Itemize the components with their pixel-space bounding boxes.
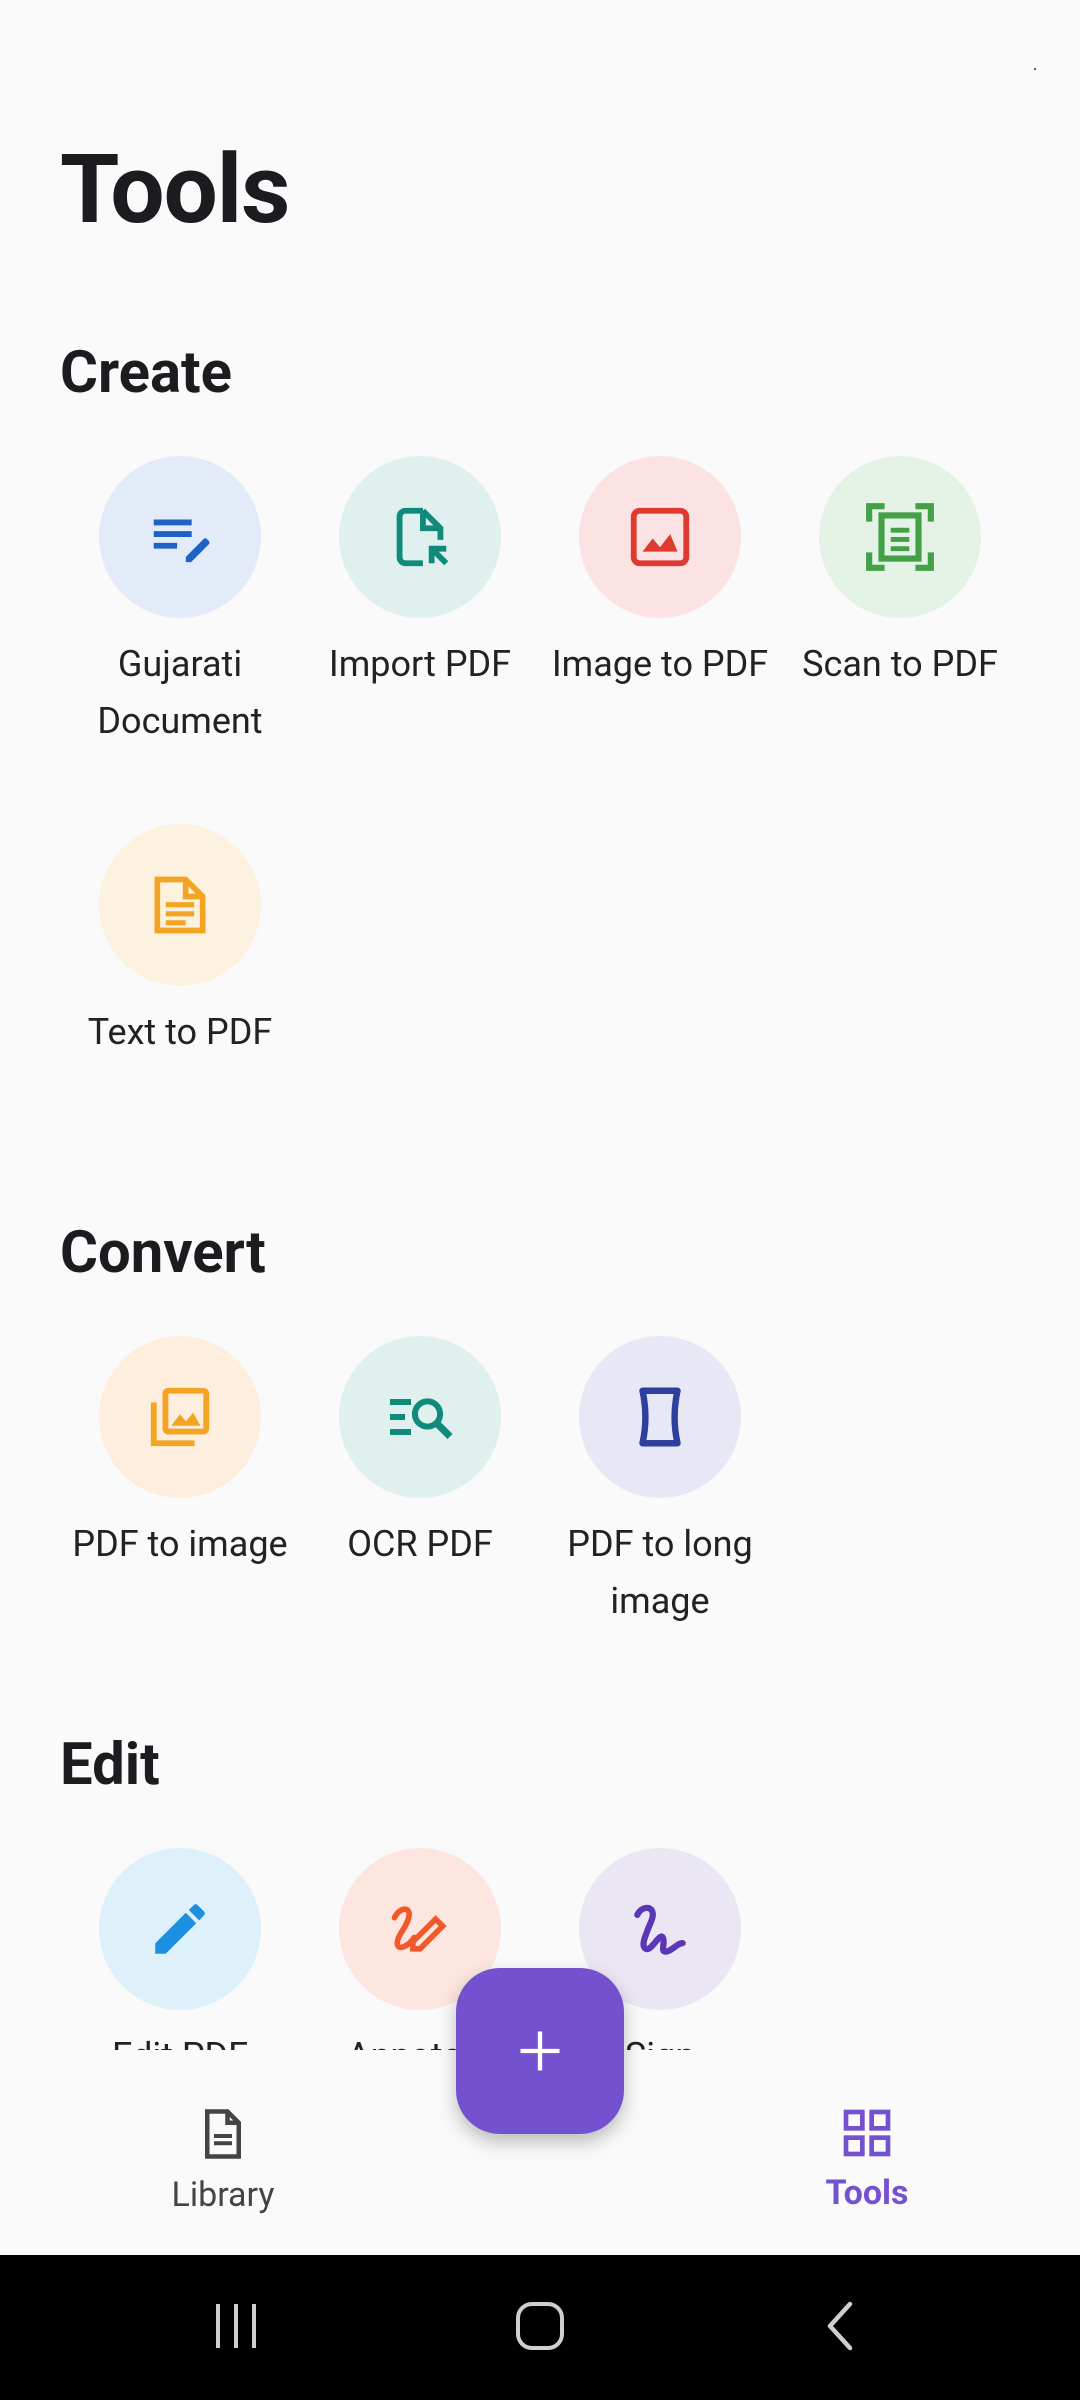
tool-label: OCR PDF — [347, 1523, 493, 1565]
section-title-edit: Edit — [60, 1731, 160, 1799]
tool-ocr-pdf[interactable]: OCR PDF — [300, 1336, 540, 1573]
tool-label: Text to PDF — [87, 1011, 273, 1053]
tool-import-pdf[interactable]: Import PDF — [300, 456, 540, 693]
section-title-create: Create — [60, 339, 232, 407]
add-fab-button[interactable] — [456, 1968, 624, 2134]
tool-label: PDF to image — [72, 1523, 288, 1565]
nav-library-label: Library — [171, 2175, 275, 2215]
back-icon[interactable] — [820, 2300, 860, 2352]
tool-label: Edit PDF — [60, 2028, 300, 2050]
system-navigation-bar — [0, 2255, 1080, 2400]
tool-label: PDF to long image — [567, 1523, 753, 1622]
recent-apps-icon[interactable] — [210, 2300, 262, 2352]
tool-pdf-to-image[interactable]: PDF to image — [60, 1336, 300, 1573]
image-icon — [579, 456, 741, 618]
long-image-icon — [579, 1336, 741, 1498]
tool-pdf-to-long-image[interactable]: PDF to long image — [540, 1336, 780, 1630]
pencil-icon — [99, 1848, 261, 2010]
tool-edit-pdf[interactable]: Edit PDF — [60, 1848, 300, 2050]
section-title-convert: Convert — [60, 1219, 266, 1287]
tool-gujarati-document[interactable]: Gujarati Document — [60, 456, 300, 750]
plus-icon — [520, 2031, 560, 2071]
grid-icon — [843, 2109, 891, 2157]
tool-label: Gujarati Document — [97, 643, 263, 742]
edit-document-icon — [99, 456, 261, 618]
image-stack-icon — [99, 1336, 261, 1498]
home-icon[interactable] — [512, 2300, 568, 2352]
tool-text-to-pdf[interactable]: Text to PDF — [60, 824, 300, 1061]
page-title: Tools — [60, 134, 290, 246]
scan-document-icon — [819, 456, 981, 618]
tool-scan-to-pdf[interactable]: Scan to PDF — [780, 456, 1020, 693]
text-document-icon — [99, 824, 261, 986]
nav-tools[interactable]: Tools — [767, 2105, 967, 2213]
nav-tools-label: Tools — [825, 2173, 909, 2213]
tool-label: Scan to PDF — [802, 643, 998, 685]
document-icon — [205, 2109, 241, 2159]
import-file-icon — [339, 456, 501, 618]
tool-label: Import PDF — [328, 643, 512, 685]
status-dot — [1034, 68, 1036, 70]
tool-label: Image to PDF — [551, 643, 769, 685]
tool-image-to-pdf[interactable]: Image to PDF — [540, 456, 780, 693]
ocr-search-icon — [339, 1336, 501, 1498]
nav-library[interactable]: Library — [123, 2105, 323, 2215]
